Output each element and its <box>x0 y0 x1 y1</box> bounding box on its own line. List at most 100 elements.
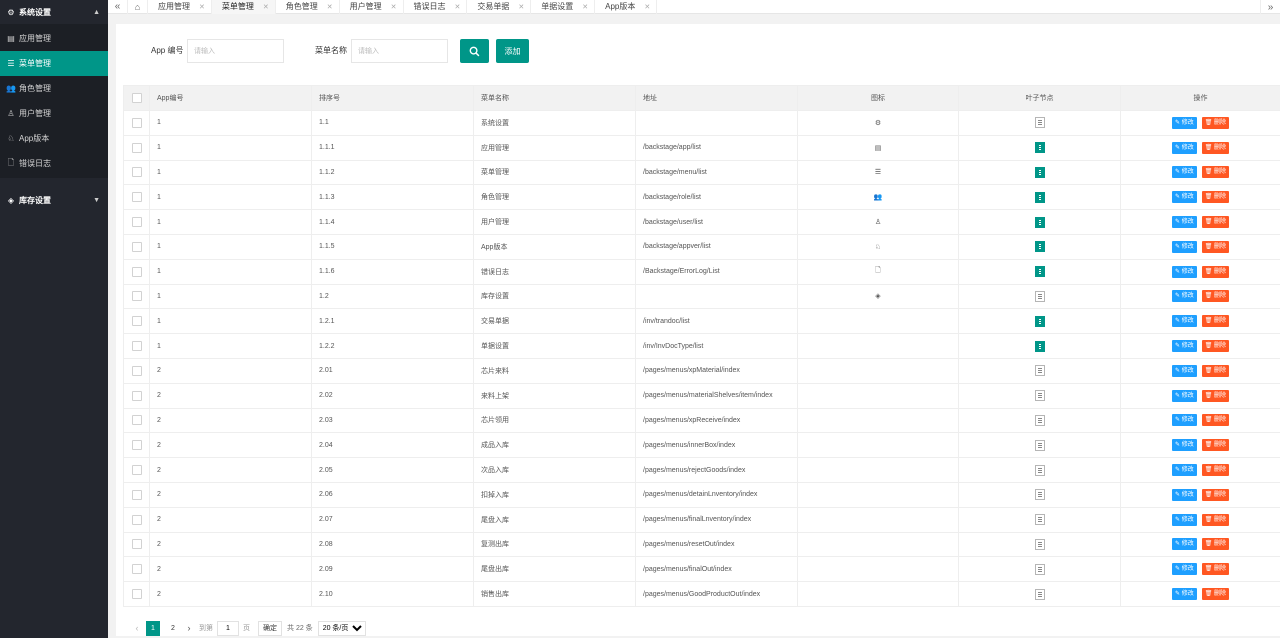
delete-button[interactable]: 🗑 删除 <box>1201 488 1230 501</box>
row-checkbox-cell[interactable] <box>123 134 150 161</box>
leaf-checked-icon[interactable] <box>1034 166 1045 178</box>
row-checkbox-cell[interactable] <box>123 556 150 583</box>
delete-button[interactable]: 🗑 删除 <box>1201 364 1230 377</box>
edit-button[interactable]: ✎ 修改 <box>1171 588 1197 601</box>
select-all-checkbox-cell[interactable] <box>123 85 150 111</box>
table-row[interactable]: 2 2.06 扣掉入库/pages/menus/detainLnventory/in… <box>123 481 1280 508</box>
checkbox[interactable] <box>131 390 142 401</box>
row-checkbox-cell[interactable] <box>123 357 150 384</box>
row-checkbox-cell[interactable] <box>123 258 150 285</box>
delete-button[interactable]: 🗑 删除 <box>1201 315 1230 328</box>
close-icon[interactable]: ✕ <box>263 3 269 11</box>
row-checkbox-cell[interactable] <box>123 457 150 483</box>
tab-role-management[interactable]: 角色管理 ✕ <box>276 0 340 14</box>
sidebar-item-menu-management[interactable]: ☰ 菜单管理 <box>0 51 108 76</box>
table-row[interactable]: 2 2.09 尾盘出库/pages/menus/finalOut/index ✎ 修改… <box>123 556 1280 583</box>
checkbox[interactable] <box>131 589 142 600</box>
edit-button[interactable]: ✎ 修改 <box>1171 439 1197 452</box>
table-row[interactable]: 1 1.2.1 交易单据/inv/trandoc/list ✎ 修改 🗑 删除 <box>123 308 1280 335</box>
delete-button[interactable]: 🗑 删除 <box>1201 464 1230 477</box>
edit-button[interactable]: ✎ 修改 <box>1171 290 1197 303</box>
delete-button[interactable]: 🗑 删除 <box>1201 538 1230 551</box>
table-row[interactable]: 1 1.1.3 角色管理/backstage/role/list 👥 ✎ 修改 🗑 删除 <box>123 184 1280 211</box>
edit-button[interactable]: ✎ 修改 <box>1171 240 1197 253</box>
leaf-unchecked-icon[interactable] <box>1034 464 1045 476</box>
checkbox[interactable] <box>131 241 142 252</box>
menu-name-input[interactable] <box>351 39 448 63</box>
leaf-unchecked-icon[interactable] <box>1034 514 1045 526</box>
row-checkbox-cell[interactable] <box>123 407 150 434</box>
row-checkbox-cell[interactable] <box>123 432 150 459</box>
edit-button[interactable]: ✎ 修改 <box>1171 191 1197 204</box>
leaf-checked-icon[interactable] <box>1034 142 1045 154</box>
add-button[interactable]: 添加 <box>496 39 529 63</box>
edit-button[interactable]: ✎ 修改 <box>1171 216 1197 229</box>
sidebar-item-app-management[interactable]: ▤ 应用管理 <box>0 26 108 51</box>
delete-button[interactable]: 🗑 删除 <box>1201 116 1230 129</box>
edit-button[interactable]: ✎ 修改 <box>1171 141 1197 154</box>
table-row[interactable]: 1 1.2 库存设置 ◈ ✎ 修改 🗑 删除 <box>123 283 1280 310</box>
row-checkbox-cell[interactable] <box>123 159 150 186</box>
checkbox[interactable] <box>131 291 142 302</box>
delete-button[interactable]: 🗑 删除 <box>1201 340 1230 353</box>
table-row[interactable]: 2 2.10 销售出库/pages/menus/GoodProductOut/ind… <box>123 581 1280 607</box>
page-size-select[interactable]: 20 条/页 <box>317 620 366 636</box>
checkbox[interactable] <box>131 440 142 451</box>
checkbox[interactable] <box>131 217 142 228</box>
checkbox[interactable] <box>131 316 142 327</box>
checkbox[interactable] <box>131 266 142 277</box>
close-icon[interactable]: ✕ <box>644 3 650 11</box>
delete-button[interactable]: 🗑 删除 <box>1201 588 1230 601</box>
sidebar-item-role-management[interactable]: 👥 角色管理 <box>0 76 108 101</box>
tab-trade-documents[interactable]: 交易单据 ✕ <box>467 0 532 14</box>
leaf-unchecked-icon[interactable] <box>1034 538 1045 550</box>
nav-group-system-settings[interactable]: ⚙ 系统设置 ▲ <box>0 0 108 24</box>
delete-button[interactable]: 🗑 删除 <box>1201 265 1230 278</box>
row-checkbox-cell[interactable] <box>123 308 150 335</box>
edit-button[interactable]: ✎ 修改 <box>1171 340 1197 353</box>
row-checkbox-cell[interactable] <box>123 481 150 508</box>
edit-button[interactable]: ✎ 修改 <box>1171 464 1197 477</box>
sidebar-item-error-log[interactable]: 🗋 错误日志 <box>0 151 108 176</box>
checkbox[interactable] <box>131 489 142 500</box>
edit-button[interactable]: ✎ 修改 <box>1171 538 1197 551</box>
leaf-unchecked-icon[interactable] <box>1034 414 1045 426</box>
search-button[interactable] <box>460 39 489 63</box>
delete-button[interactable]: 🗑 删除 <box>1201 290 1230 303</box>
row-checkbox-cell[interactable] <box>123 382 150 409</box>
row-checkbox-cell[interactable] <box>123 209 150 235</box>
delete-button[interactable]: 🗑 删除 <box>1201 414 1230 427</box>
edit-button[interactable]: ✎ 修改 <box>1171 513 1197 526</box>
row-checkbox-cell[interactable] <box>123 233 150 260</box>
checkbox[interactable] <box>131 192 142 203</box>
leaf-unchecked-icon[interactable] <box>1034 365 1045 377</box>
page-2-button[interactable]: 2 <box>166 621 180 636</box>
edit-button[interactable]: ✎ 修改 <box>1171 265 1197 278</box>
delete-button[interactable]: 🗑 删除 <box>1201 166 1230 179</box>
checkbox[interactable] <box>131 539 142 550</box>
chevron-left-icon[interactable]: ‹ <box>131 623 143 633</box>
row-checkbox-cell[interactable] <box>123 333 150 359</box>
leaf-unchecked-icon[interactable] <box>1034 489 1045 501</box>
table-row[interactable]: 1 1.1.6 错误日志/Backstage/ErrorLog/List 🗋 ✎ 修改 🗑… <box>123 258 1280 285</box>
delete-button[interactable]: 🗑 删除 <box>1201 389 1230 402</box>
delete-button[interactable]: 🗑 删除 <box>1201 216 1230 229</box>
close-icon[interactable]: ✕ <box>327 3 333 11</box>
row-checkbox-cell[interactable] <box>123 110 150 136</box>
tab-document-settings[interactable]: 单据设置 ✕ <box>531 0 596 14</box>
table-row[interactable]: 2 2.08 复测出库/pages/menus/resetOut/index ✎ 修改… <box>123 531 1280 558</box>
edit-button[interactable]: ✎ 修改 <box>1171 488 1197 501</box>
close-icon[interactable]: ✕ <box>518 3 524 11</box>
tabs-next-icon[interactable]: » <box>1260 0 1280 14</box>
row-checkbox-cell[interactable] <box>123 531 150 558</box>
page-1-button[interactable]: 1 <box>146 620 160 636</box>
leaf-checked-icon[interactable] <box>1034 315 1045 327</box>
close-icon[interactable]: ✕ <box>455 3 461 11</box>
checkbox[interactable] <box>131 93 142 103</box>
tab-menu-management[interactable]: 菜单管理 ✕ <box>211 0 276 14</box>
close-icon[interactable]: ✕ <box>582 3 588 11</box>
delete-button[interactable]: 🗑 删除 <box>1201 141 1230 154</box>
leaf-checked-icon[interactable] <box>1034 241 1045 253</box>
row-checkbox-cell[interactable] <box>123 283 150 310</box>
edit-button[interactable]: ✎ 修改 <box>1171 116 1197 129</box>
